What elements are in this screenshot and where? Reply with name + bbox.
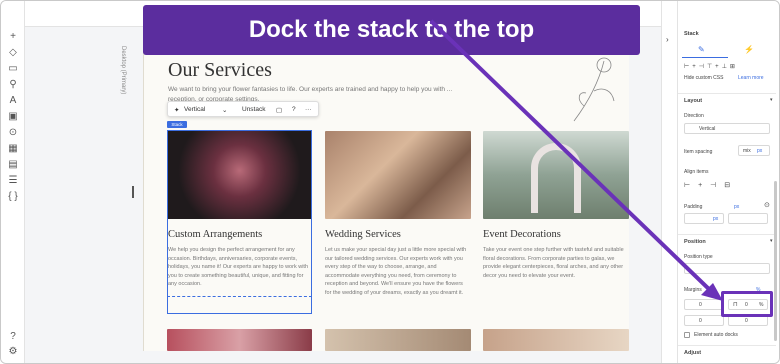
highlight-box bbox=[721, 291, 773, 317]
editor-window: + ◇ ▭ ⚲ A ▣ ⊙ ▦ ▤ ☰ { } ? ⚙ Desktop (Pri… bbox=[0, 0, 780, 364]
arrow-line bbox=[429, 19, 715, 295]
annotation-arrow bbox=[429, 19, 723, 301]
